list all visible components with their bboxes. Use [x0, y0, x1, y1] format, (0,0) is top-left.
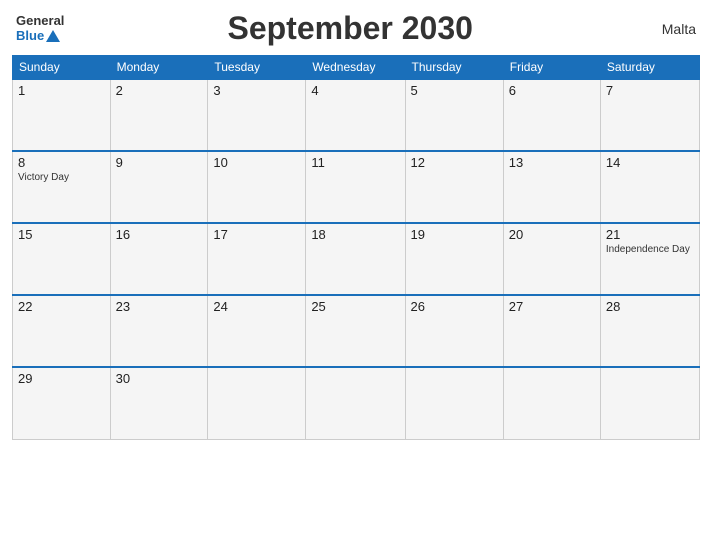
day-number: 25 — [311, 299, 399, 314]
calendar-cell: 10 — [208, 151, 306, 223]
calendar-cell: 9 — [110, 151, 208, 223]
day-number: 22 — [18, 299, 105, 314]
calendar-cell: 7 — [600, 79, 699, 151]
day-number: 1 — [18, 83, 105, 98]
col-tuesday: Tuesday — [208, 56, 306, 80]
day-number: 8 — [18, 155, 105, 170]
logo-general-text: General — [16, 14, 64, 28]
day-number: 24 — [213, 299, 300, 314]
day-number: 7 — [606, 83, 694, 98]
day-number: 14 — [606, 155, 694, 170]
col-friday: Friday — [503, 56, 600, 80]
week-row-4: 22 23 24 25 26 27 28 — [13, 295, 700, 367]
calendar-cell: 21 Independence Day — [600, 223, 699, 295]
day-number: 16 — [116, 227, 203, 242]
day-number: 17 — [213, 227, 300, 242]
calendar-cell: 28 — [600, 295, 699, 367]
calendar-cell: 15 — [13, 223, 111, 295]
calendar-cell: 12 — [405, 151, 503, 223]
calendar-cell: 2 — [110, 79, 208, 151]
day-number: 2 — [116, 83, 203, 98]
holiday-label: Independence Day — [606, 244, 694, 255]
week-row-3: 15 16 17 18 19 20 21 Independence Day — [13, 223, 700, 295]
calendar-cell: 26 — [405, 295, 503, 367]
country-label: Malta — [636, 21, 696, 37]
calendar-cell: 29 — [13, 367, 111, 439]
logo-triangle-icon — [46, 30, 60, 42]
calendar-cell: 22 — [13, 295, 111, 367]
calendar-cell — [600, 367, 699, 439]
calendar-cell: 18 — [306, 223, 405, 295]
calendar-cell: 11 — [306, 151, 405, 223]
calendar-cell: 20 — [503, 223, 600, 295]
calendar-cell — [306, 367, 405, 439]
day-number: 9 — [116, 155, 203, 170]
calendar-cell: 24 — [208, 295, 306, 367]
col-thursday: Thursday — [405, 56, 503, 80]
calendar-cell: 6 — [503, 79, 600, 151]
col-sunday: Sunday — [13, 56, 111, 80]
calendar-cell: 25 — [306, 295, 405, 367]
day-number: 18 — [311, 227, 399, 242]
calendar-cell: 1 — [13, 79, 111, 151]
calendar-cell: 14 — [600, 151, 699, 223]
logo-blue-text: Blue — [16, 29, 44, 43]
calendar-cell: 8 Victory Day — [13, 151, 111, 223]
calendar-header: General Blue September 2030 Malta — [12, 10, 700, 47]
calendar-cell — [503, 367, 600, 439]
week-row-2: 8 Victory Day 9 10 11 12 13 14 — [13, 151, 700, 223]
calendar-container: General Blue September 2030 Malta Sunday… — [0, 0, 712, 450]
day-number: 21 — [606, 227, 694, 242]
calendar-cell: 17 — [208, 223, 306, 295]
calendar-cell: 30 — [110, 367, 208, 439]
day-number: 13 — [509, 155, 595, 170]
calendar-cell: 23 — [110, 295, 208, 367]
day-number: 23 — [116, 299, 203, 314]
logo: General Blue — [16, 14, 64, 43]
calendar-cell: 4 — [306, 79, 405, 151]
calendar-cell: 27 — [503, 295, 600, 367]
weekday-header-row: Sunday Monday Tuesday Wednesday Thursday… — [13, 56, 700, 80]
calendar-cell — [405, 367, 503, 439]
day-number: 11 — [311, 155, 399, 170]
day-number: 12 — [411, 155, 498, 170]
calendar-cell: 5 — [405, 79, 503, 151]
col-wednesday: Wednesday — [306, 56, 405, 80]
col-saturday: Saturday — [600, 56, 699, 80]
week-row-1: 1234567 — [13, 79, 700, 151]
calendar-cell: 13 — [503, 151, 600, 223]
calendar-cell: 16 — [110, 223, 208, 295]
day-number: 4 — [311, 83, 399, 98]
day-number: 15 — [18, 227, 105, 242]
day-number: 19 — [411, 227, 498, 242]
day-number: 5 — [411, 83, 498, 98]
day-number: 20 — [509, 227, 595, 242]
calendar-title: September 2030 — [64, 10, 636, 47]
day-number: 6 — [509, 83, 595, 98]
day-number: 10 — [213, 155, 300, 170]
calendar-cell: 3 — [208, 79, 306, 151]
calendar-cell: 19 — [405, 223, 503, 295]
calendar-cell — [208, 367, 306, 439]
day-number: 3 — [213, 83, 300, 98]
day-number: 30 — [116, 371, 203, 386]
col-monday: Monday — [110, 56, 208, 80]
day-number: 26 — [411, 299, 498, 314]
calendar-table: Sunday Monday Tuesday Wednesday Thursday… — [12, 55, 700, 440]
week-row-5: 29 30 — [13, 367, 700, 439]
day-number: 28 — [606, 299, 694, 314]
day-number: 29 — [18, 371, 105, 386]
day-number: 27 — [509, 299, 595, 314]
holiday-label: Victory Day — [18, 172, 105, 183]
